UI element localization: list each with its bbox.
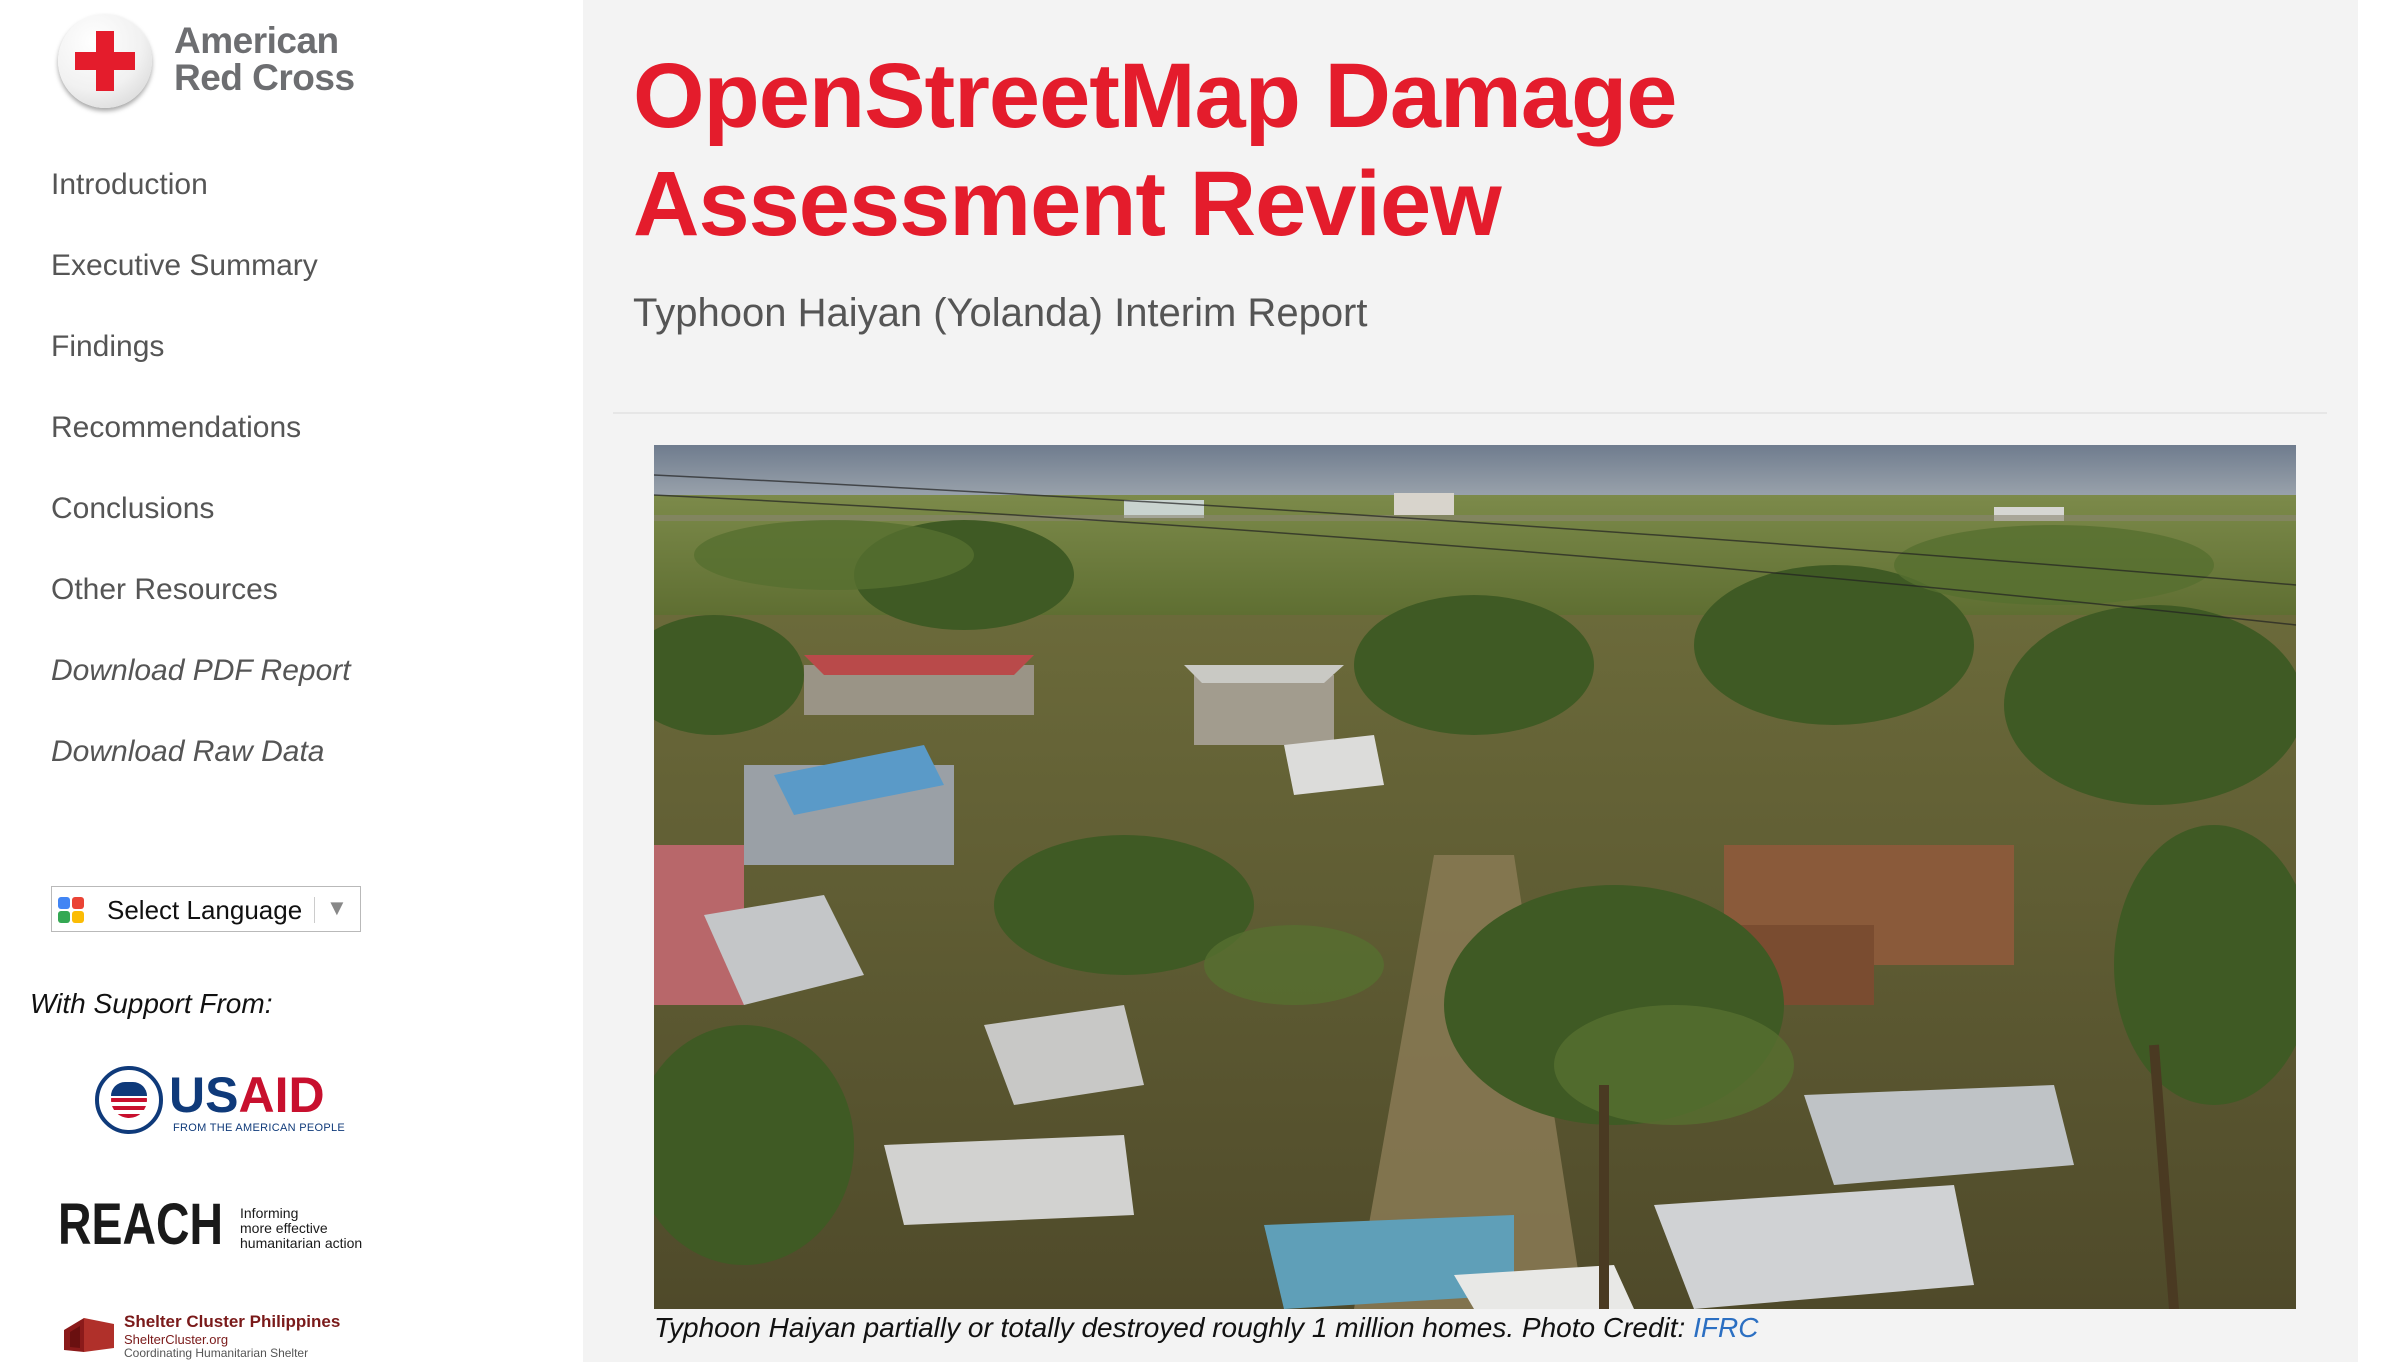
nav-item-introduction[interactable]: Introduction	[51, 160, 351, 241]
nav-item-download-pdf-report[interactable]: Download PDF Report	[51, 646, 351, 727]
page-edge	[2358, 0, 2398, 1362]
main-content: OpenStreetMap Damage Assessment Review T…	[583, 0, 2358, 1362]
language-select-label: Select Language	[107, 895, 303, 925]
reach-logo[interactable]: REACH Informing more effective humanitar…	[58, 1196, 378, 1266]
support-heading: With Support From:	[30, 988, 273, 1019]
brand-name: American Red Cross	[174, 22, 355, 96]
page-subtitle: Typhoon Haiyan (Yolanda) Interim Report	[633, 291, 1368, 335]
chevron-down-icon: ▼	[326, 895, 348, 920]
nav-item-findings[interactable]: Findings	[51, 322, 351, 403]
photo-credit-link[interactable]: IFRC	[1693, 1312, 1758, 1343]
red-cross-logo[interactable]: American Red Cross	[58, 14, 378, 114]
shelter-cluster-title: Shelter Cluster Philippines	[124, 1312, 341, 1331]
usaid-seal-icon	[95, 1066, 163, 1134]
reach-tagline-line1: Informing	[240, 1205, 299, 1221]
usaid-logo[interactable]: USAID FROM THE AMERICAN PEOPLE	[95, 1066, 355, 1140]
brand-name-line1: American	[174, 20, 339, 61]
shelter-cluster-site: ShelterCluster.org	[124, 1332, 229, 1347]
hero-photo	[654, 445, 2296, 1309]
brand-name-line2: Red Cross	[174, 57, 355, 98]
language-select[interactable]: Select Language ▼	[51, 886, 361, 932]
reach-tagline-line2: more effective	[240, 1220, 328, 1236]
typhoon-damage-photo	[654, 445, 2296, 1309]
page-title: OpenStreetMap Damage Assessment Review	[633, 45, 1677, 255]
nav-item-download-raw-data[interactable]: Download Raw Data	[51, 727, 351, 808]
nav-item-recommendations[interactable]: Recommendations	[51, 403, 351, 484]
nav-item-executive-summary[interactable]: Executive Summary	[51, 241, 351, 322]
google-translate-icon	[58, 897, 84, 923]
usaid-tagline: FROM THE AMERICAN PEOPLE	[173, 1122, 346, 1134]
reach-tagline-line3: humanitarian action	[240, 1235, 363, 1251]
sidebar: American Red Cross Introduction Executiv…	[0, 0, 583, 1362]
usaid-name: USAID	[169, 1066, 325, 1124]
hero-caption: Typhoon Haiyan partially or totally dest…	[654, 1312, 1758, 1344]
header-divider	[613, 412, 2327, 414]
red-cross-emblem-icon	[58, 14, 152, 108]
shelter-cluster-logo[interactable]: Shelter Cluster Philippines ShelterClust…	[62, 1310, 382, 1362]
reach-tagline: Informing more effective humanitarian ac…	[240, 1206, 390, 1251]
usaid-name-aid: AID	[238, 1067, 325, 1123]
language-select-divider	[314, 897, 315, 923]
shelter-house-icon	[64, 1318, 114, 1352]
sidebar-nav: Introduction Executive Summary Findings …	[51, 160, 351, 808]
shelter-cluster-tagline: Coordinating Humanitarian Shelter	[124, 1346, 309, 1360]
reach-name: REACH	[58, 1192, 223, 1257]
nav-item-other-resources[interactable]: Other Resources	[51, 565, 351, 646]
nav-item-conclusions[interactable]: Conclusions	[51, 484, 351, 565]
hero-caption-text: Typhoon Haiyan partially or totally dest…	[654, 1312, 1694, 1343]
usaid-name-us: US	[169, 1067, 239, 1123]
